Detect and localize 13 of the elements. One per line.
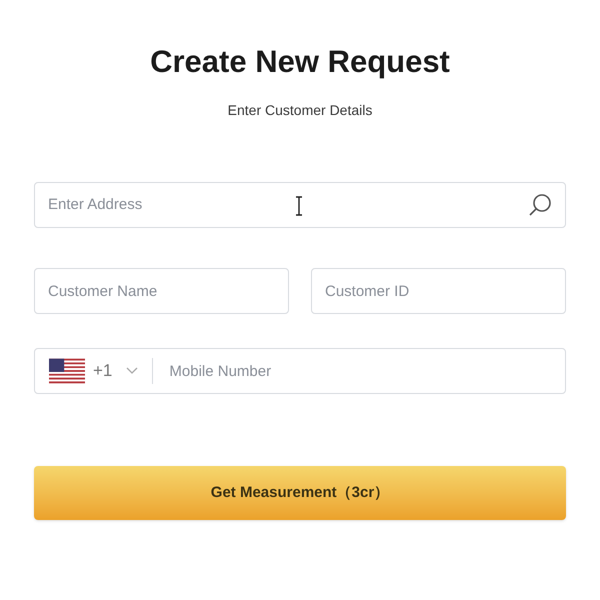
customer-id-field[interactable]: Customer ID [311, 268, 566, 314]
mobile-number-field[interactable]: Mobile Number [169, 349, 565, 393]
search-icon[interactable] [528, 193, 552, 217]
customer-name-field[interactable]: Customer Name [34, 268, 289, 314]
phone-field[interactable]: +1 Mobile Number [34, 348, 566, 394]
page-title: Create New Request [150, 43, 450, 81]
get-measurement-button[interactable]: Get Measurement（3cr） [34, 466, 566, 520]
text-cursor-icon [294, 196, 304, 216]
page-subtitle: Enter Customer Details [228, 101, 372, 120]
country-code[interactable]: +1 [93, 358, 112, 384]
address-input[interactable]: Enter Address [48, 194, 528, 216]
flag-icon [49, 358, 85, 384]
address-field[interactable]: Enter Address [34, 182, 566, 228]
